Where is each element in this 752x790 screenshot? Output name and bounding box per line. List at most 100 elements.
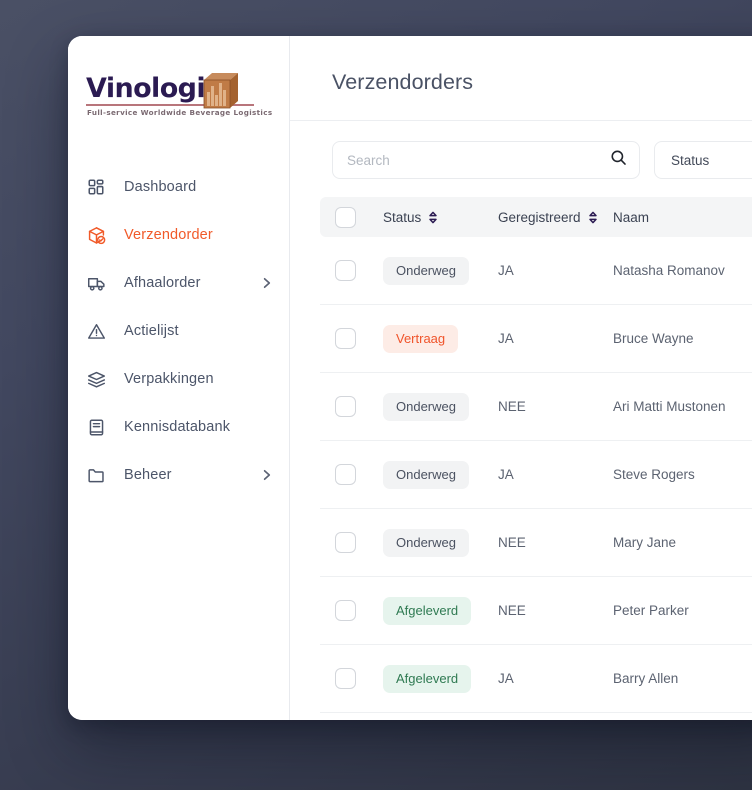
sidebar-item-verpakkingen[interactable]: Verpakkingen	[82, 366, 275, 392]
sidebar-item-label: Actielijst	[124, 323, 179, 339]
status-filter-label: Status	[671, 152, 710, 168]
row-checkbox[interactable]	[335, 600, 356, 621]
row-select-cell	[335, 260, 383, 281]
row-geregistreerd-cell: JA	[498, 331, 514, 346]
chevron-right-icon[interactable]	[260, 277, 273, 290]
sidebar-item-dashboard[interactable]: Dashboard	[82, 174, 275, 200]
row-checkbox[interactable]	[335, 396, 356, 417]
row-status-cell: Afgeleverd	[383, 664, 498, 693]
row-geregistreerd-cell: JA	[498, 467, 514, 482]
row-select-cell	[335, 600, 383, 621]
row-geregistreerd-cell: JA	[498, 671, 514, 686]
sidebar-item-label: Beheer	[124, 467, 172, 483]
sidebar-item-beheer[interactable]: Beheer	[82, 462, 275, 488]
status-badge: Onderweg	[383, 256, 469, 285]
sort-icon[interactable]	[428, 211, 438, 224]
search-input[interactable]	[347, 152, 610, 168]
row-checkbox[interactable]	[335, 532, 356, 553]
table-row[interactable]: Onderweg NEE Ari Matti Mustonen	[320, 373, 752, 441]
column-header-label: Naam	[613, 209, 650, 225]
sidebar-item-label: Afhaalorder	[124, 275, 201, 291]
row-status-cell: Afgeleverd	[383, 596, 498, 625]
grid-icon	[86, 177, 106, 197]
column-header-naam: Naam	[613, 210, 752, 225]
search-icon[interactable]	[610, 149, 627, 171]
table-row[interactable]: Onderweg JA Natasha Romanov	[320, 237, 752, 305]
table-row[interactable]: Onderweg JA Steve Rogers	[320, 441, 752, 509]
sidebar-item-verzendorder[interactable]: Verzendorder	[82, 222, 275, 248]
truck-icon	[86, 273, 106, 293]
row-naam-cell: Peter Parker	[613, 603, 689, 618]
row-status-cell: Onderweg	[383, 392, 498, 421]
row-geregistreerd-cell: JA	[498, 263, 514, 278]
sidebar-item-afhaalorder[interactable]: Afhaalorder	[82, 270, 275, 296]
table-body: Onderweg JA Natasha Romanov Vertraag JA Bruce…	[290, 237, 752, 713]
table-header-row: Status Geregistreerd Naam	[320, 197, 752, 237]
row-status-cell: Vertraag	[383, 324, 498, 353]
row-select-cell	[335, 464, 383, 485]
select-all-cell	[335, 206, 383, 228]
status-filter-select[interactable]: Status	[654, 141, 752, 179]
row-status-cell: Onderweg	[383, 460, 498, 489]
row-status-cell: Onderweg	[383, 256, 498, 285]
row-geregistreerd-cell: NEE	[498, 399, 526, 414]
row-checkbox[interactable]	[335, 464, 356, 485]
brand-box-icon	[203, 73, 238, 109]
status-badge: Onderweg	[383, 528, 469, 557]
box-open-icon	[86, 369, 106, 389]
row-naam-cell: Steve Rogers	[613, 467, 695, 482]
row-select-cell	[335, 668, 383, 689]
row-naam-cell: Mary Jane	[613, 535, 677, 550]
brand-logo[interactable]: Vinologix Full-service Worldwide Beverag…	[68, 58, 289, 150]
chevron-right-icon[interactable]	[260, 469, 273, 482]
column-header-geregistreerd[interactable]: Geregistreerd	[498, 210, 613, 225]
status-badge: Onderweg	[383, 460, 469, 489]
orders-table: Status Geregistreerd Naam Onderweg JA Na…	[290, 197, 752, 720]
sidebar-item-label: Dashboard	[124, 179, 197, 195]
row-select-cell	[335, 396, 383, 417]
row-status-cell: Onderweg	[383, 528, 498, 557]
sort-icon[interactable]	[588, 211, 598, 224]
sidebar-item-actielijst[interactable]: Actielijst	[82, 318, 275, 344]
sidebar: Vinologix Full-service Worldwide Beverag…	[68, 36, 290, 720]
page-header: Verzendorders	[290, 36, 752, 116]
search-field[interactable]	[332, 141, 640, 179]
sidebar-item-kennisdatabank[interactable]: Kennisdatabank	[82, 414, 275, 440]
row-geregistreerd-cell: NEE	[498, 603, 526, 618]
table-row[interactable]: Vertraag JA Bruce Wayne	[320, 305, 752, 373]
status-badge: Onderweg	[383, 392, 469, 421]
main-content: Verzendorders Status	[290, 36, 752, 720]
table-row[interactable]: Afgeleverd JA Barry Allen	[320, 645, 752, 713]
row-naam-cell: Barry Allen	[613, 671, 679, 686]
row-checkbox[interactable]	[335, 328, 356, 349]
folder-icon	[86, 465, 106, 485]
table-row[interactable]: Onderweg NEE Mary Jane	[320, 509, 752, 577]
row-naam-cell: Bruce Wayne	[613, 331, 694, 346]
sidebar-item-label: Verpakkingen	[124, 371, 214, 387]
sidebar-nav: Dashboard Verzendorder Afhaalorder Actie…	[68, 150, 289, 488]
sidebar-item-label: Kennisdatabank	[124, 419, 231, 435]
table-row[interactable]: Afgeleverd NEE Peter Parker	[320, 577, 752, 645]
row-naam-cell: Ari Matti Mustonen	[613, 399, 726, 414]
column-header-label: Geregistreerd	[498, 209, 581, 225]
row-checkbox[interactable]	[335, 668, 356, 689]
sidebar-item-label: Verzendorder	[124, 227, 213, 243]
book-icon	[86, 417, 106, 437]
row-geregistreerd-cell: NEE	[498, 535, 526, 550]
warning-icon	[86, 321, 106, 341]
app-window: Vinologix Full-service Worldwide Beverag…	[68, 36, 752, 720]
status-badge: Afgeleverd	[383, 664, 472, 693]
toolbar: Status	[290, 121, 752, 197]
column-header-label: Status	[383, 209, 422, 225]
brand-tagline: Full-service Worldwide Beverage Logistic…	[87, 108, 273, 117]
select-all-checkbox[interactable]	[335, 206, 356, 228]
row-naam-cell: Natasha Romanov	[613, 263, 725, 278]
status-badge: Vertraag	[383, 324, 459, 353]
package-check-icon	[86, 225, 106, 245]
row-select-cell	[335, 328, 383, 349]
row-checkbox[interactable]	[335, 260, 356, 281]
column-header-status[interactable]: Status	[383, 210, 498, 225]
row-select-cell	[335, 532, 383, 553]
status-badge: Afgeleverd	[383, 596, 472, 625]
page-title: Verzendorders	[332, 70, 474, 94]
